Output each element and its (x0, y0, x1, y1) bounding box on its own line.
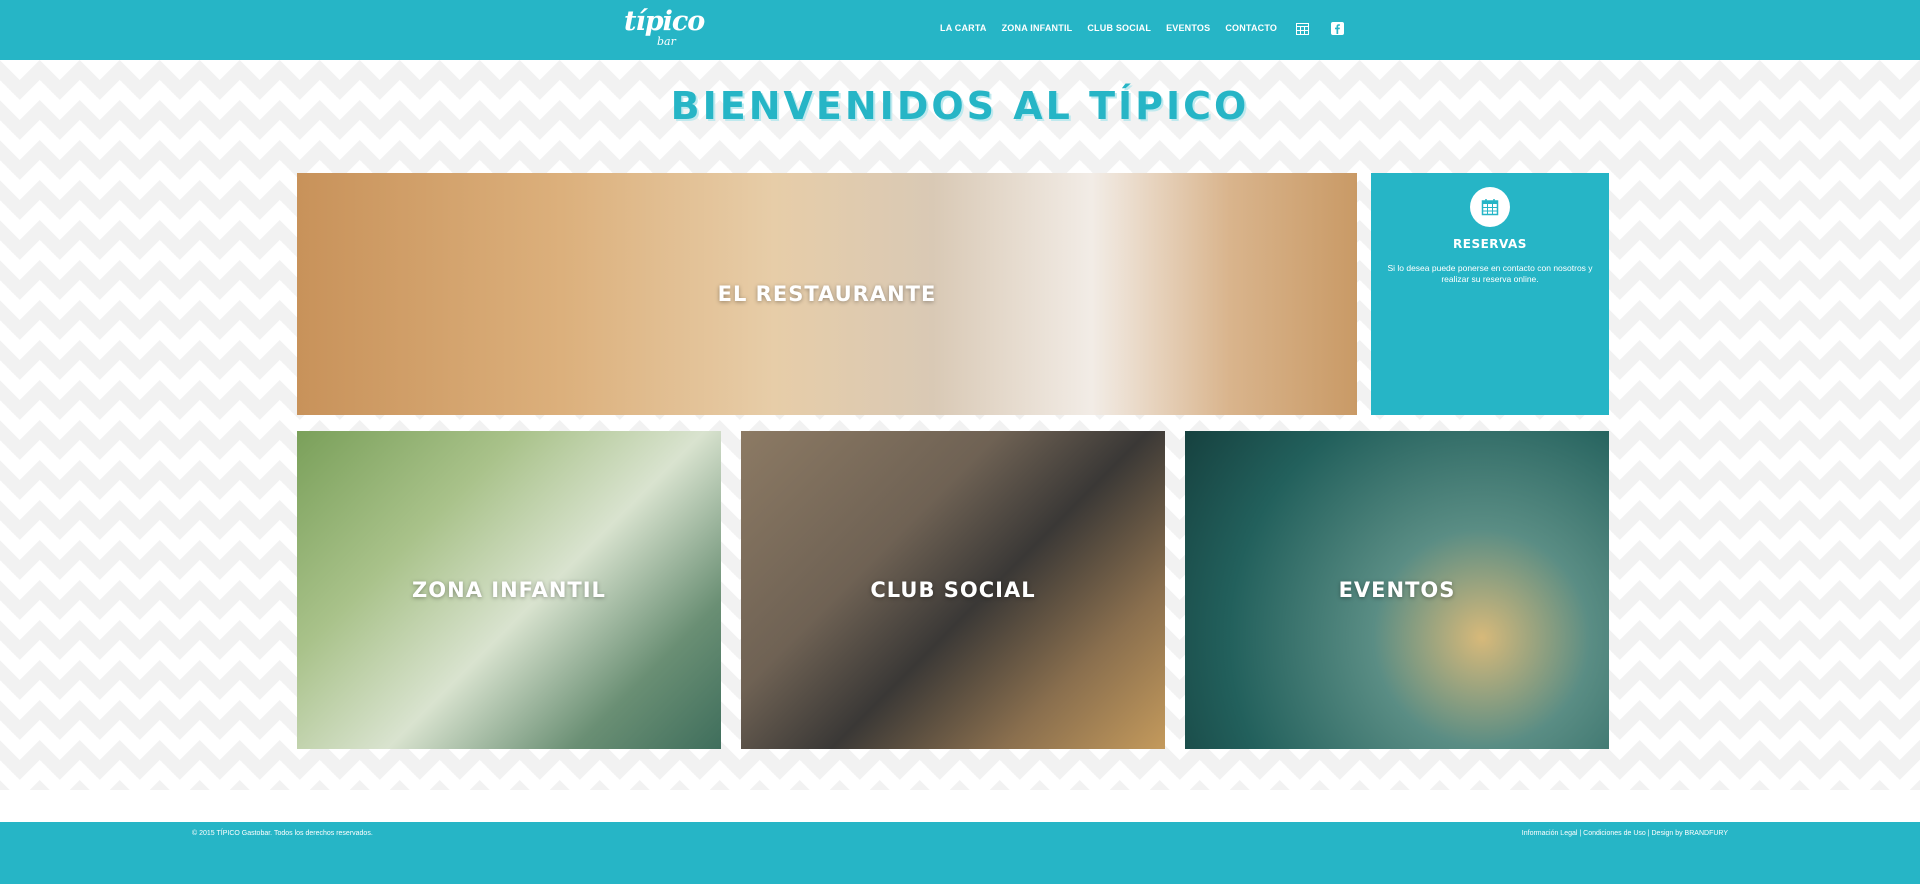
tile-zona-infantil-label: ZONA INFANTIL (412, 578, 606, 602)
calendar-icon (1470, 187, 1510, 227)
page-title: BIENVENIDOS AL TÍPICO (670, 84, 1250, 128)
footer-copyright: © 2015 TÍPICO Gastobar. Todos los derech… (192, 830, 373, 837)
tile-club-social-label: CLUB SOCIAL (870, 578, 1036, 602)
site-header: típico bar LA CARTA ZONA INFANTIL CLUB S… (0, 0, 1920, 60)
nav-eventos[interactable]: EVENTOS (1166, 23, 1210, 33)
nav-contacto[interactable]: CONTACTO (1225, 23, 1277, 33)
reservas-box[interactable]: RESERVAS Si lo desea puede ponerse en co… (1371, 173, 1609, 415)
tile-restaurante[interactable]: EL RESTAURANTE (297, 173, 1357, 415)
footer-legal-links[interactable]: Información Legal | Condiciones de Uso |… (1522, 830, 1728, 837)
nav-la-carta[interactable]: LA CARTA (940, 23, 987, 33)
tile-restaurante-label: EL RESTAURANTE (717, 282, 937, 306)
reservas-text: Si lo desea puede ponerse en contacto co… (1387, 263, 1593, 284)
tile-zona-infantil[interactable]: ZONA INFANTIL (297, 431, 721, 749)
tile-club-social[interactable]: CLUB SOCIAL (741, 431, 1165, 749)
nav-club-social[interactable]: CLUB SOCIAL (1087, 23, 1151, 33)
footer-spacer (0, 790, 1920, 822)
calendar-icon[interactable] (1295, 21, 1309, 35)
logo-text: típico (624, 6, 705, 37)
tile-eventos[interactable]: EVENTOS (1185, 431, 1609, 749)
reservas-title: RESERVAS (1453, 237, 1527, 251)
site-footer: © 2015 TÍPICO Gastobar. Todos los derech… (0, 822, 1920, 884)
site-logo[interactable]: típico bar (624, 5, 705, 53)
tile-eventos-label: EVENTOS (1338, 578, 1456, 602)
main-nav: LA CARTA ZONA INFANTIL CLUB SOCIAL EVENT… (940, 20, 1362, 36)
logo-subtext: bar (657, 35, 676, 48)
nav-zona-infantil[interactable]: ZONA INFANTIL (1002, 23, 1073, 33)
facebook-icon[interactable] (1330, 21, 1344, 35)
